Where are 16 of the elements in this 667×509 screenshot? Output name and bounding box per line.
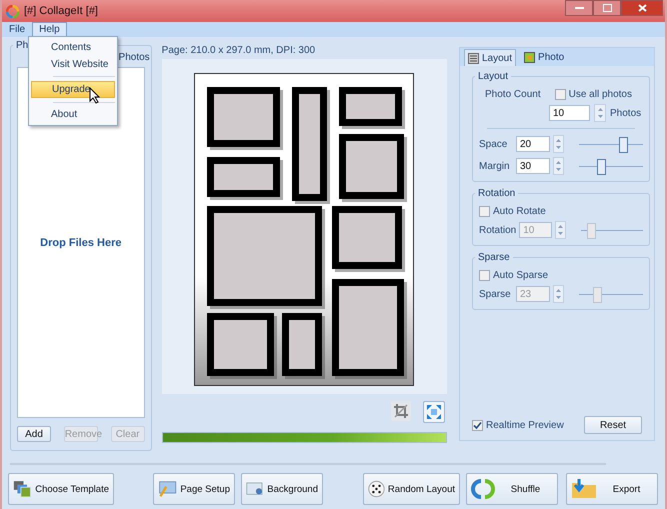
checkbox-label: Use all photos (568, 89, 632, 100)
slider-label: Rotation (479, 224, 516, 236)
checkbox-label: Auto Rotate (493, 206, 546, 217)
slider-label: Margin (479, 160, 511, 172)
drop-hint: Drop Files Here (40, 236, 122, 248)
group-title: Rotation (475, 188, 518, 199)
photo-count-label: Photo Count (485, 89, 541, 100)
window-title: [#] CollageIt [#] (24, 5, 98, 17)
group-title: Sparse (475, 252, 513, 263)
slider-label: Space (479, 138, 508, 150)
group-title: Layout (475, 71, 512, 82)
slider-label: Sparse (479, 288, 512, 300)
page-info: Page: 210.0 x 297.0 mm, DPI: 300 (162, 45, 316, 58)
photos-unit-label: Photos (610, 108, 642, 118)
checkbox-label: Realtime Preview (486, 420, 564, 430)
checkbox-label: Auto Sparse (493, 270, 548, 281)
